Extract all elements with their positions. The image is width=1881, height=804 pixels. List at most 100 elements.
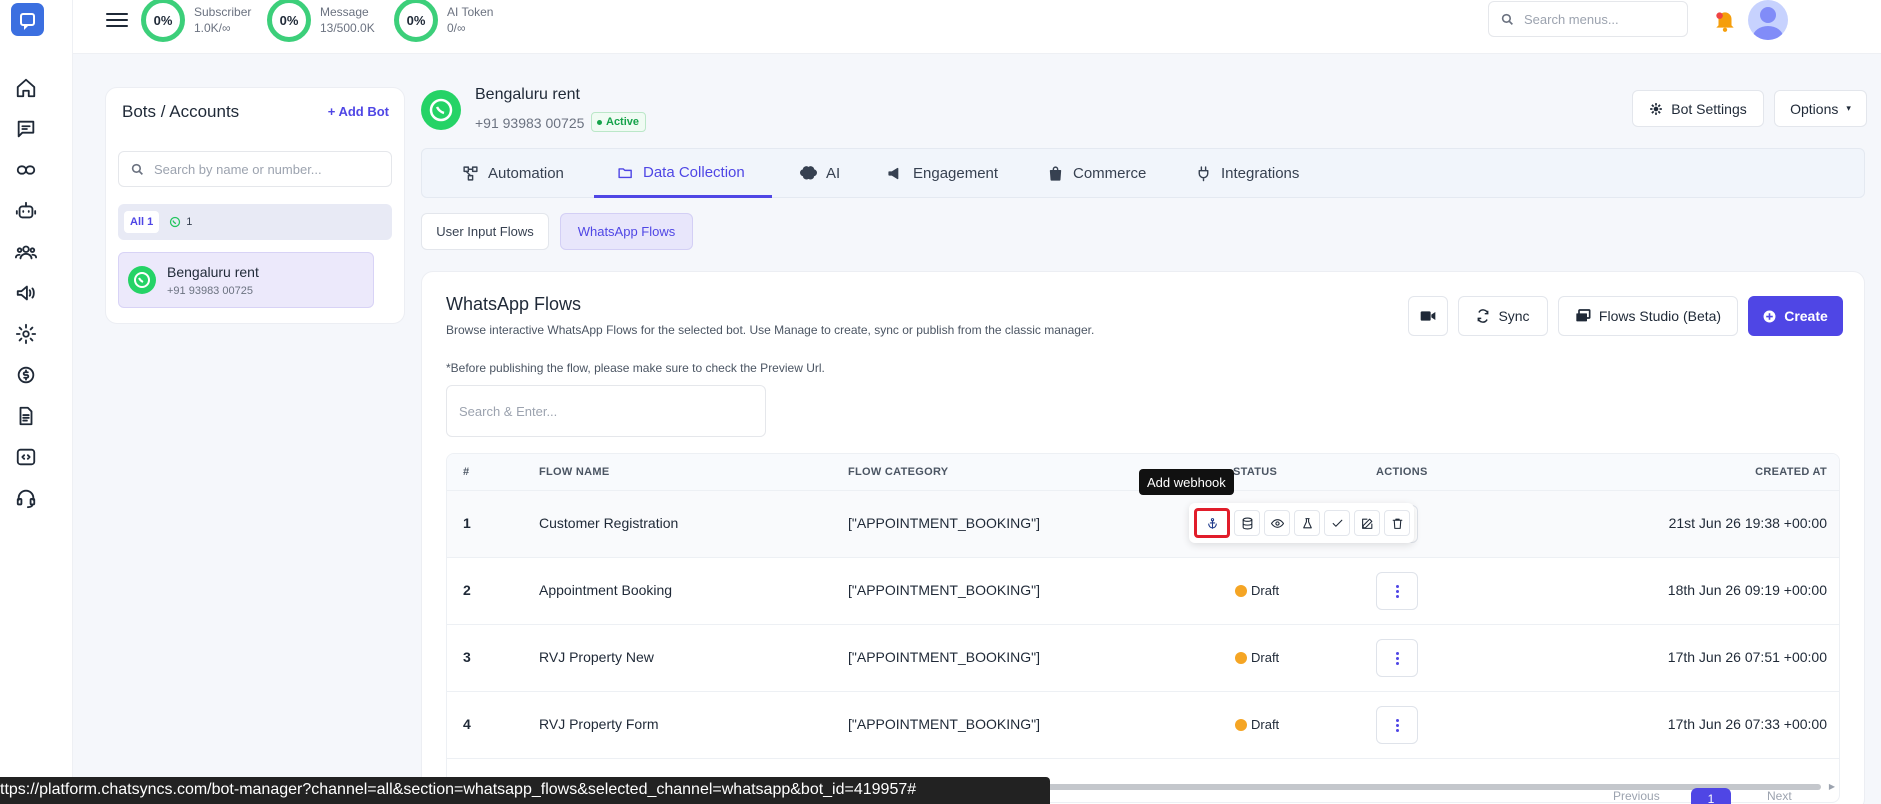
row-status-label: Draft (1251, 717, 1280, 732)
section-tabs: Automation Data Collection AI Engagement… (421, 148, 1865, 198)
delete-button[interactable] (1384, 510, 1410, 536)
add-bot-label: Add Bot (338, 104, 389, 119)
subtab-whatsapp-flows[interactable]: WhatsApp Flows (560, 213, 693, 250)
filter-all[interactable]: All 1 (124, 211, 160, 233)
row-status: Draft (1235, 717, 1279, 732)
tab-automation[interactable]: Automation (462, 149, 564, 198)
tab-integrations-label: Integrations (1221, 165, 1300, 182)
table-row[interactable]: 3 RVJ Property New ["APPOINTMENT_BOOKING… (447, 625, 1839, 692)
tab-integrations[interactable]: Integrations (1195, 149, 1299, 198)
document-icon[interactable] (0, 395, 52, 436)
flows-studio-button[interactable]: Flows Studio (Beta) (1558, 296, 1738, 336)
flow-search[interactable] (446, 385, 766, 437)
bell-icon[interactable] (1712, 7, 1738, 33)
flask-icon (1302, 517, 1312, 528)
database-button[interactable] (1234, 510, 1260, 536)
message-value: 13/500.0K (320, 21, 375, 35)
row-num: 1 (463, 515, 471, 531)
home-icon[interactable] (0, 67, 52, 108)
code-icon[interactable] (0, 436, 52, 477)
avatar[interactable] (1748, 0, 1788, 40)
table-row[interactable]: 1 Customer Registration ["APPOINTMENT_BO… (447, 469, 1839, 558)
link-icon[interactable] (0, 149, 52, 190)
whatsapp-icon (128, 266, 156, 294)
tab-ai-label: AI (826, 165, 841, 182)
publish-button[interactable] (1324, 510, 1350, 536)
bot-search-input[interactable] (154, 161, 374, 177)
bot-search[interactable] (118, 151, 392, 187)
refresh-icon (1478, 309, 1489, 323)
status-badge: Active (591, 112, 647, 132)
scroll-right-icon[interactable]: ▶ (1829, 782, 1835, 791)
sidebar (0, 0, 73, 804)
subtab-user-input-flows[interactable]: User Input Flows (421, 213, 549, 250)
video-tutorial-button[interactable] (1408, 296, 1448, 336)
card-title: WhatsApp Flows (446, 294, 582, 314)
add-webhook-button[interactable] (1194, 508, 1230, 538)
database-icon (1242, 517, 1252, 529)
th-flow-name: FLOW NAME (539, 466, 610, 478)
row-created-at: 17th Jun 26 07:33 +00:00 (1667, 716, 1827, 732)
search-menus-input[interactable] (1524, 11, 1674, 27)
row-flow-category: ["APPOINTMENT_BOOKING"] (848, 582, 1040, 598)
megaphone-icon (888, 167, 899, 180)
search-menus[interactable] (1488, 1, 1688, 37)
pagination-page[interactable]: 1 (1691, 788, 1731, 804)
row-actions-button[interactable] (1376, 706, 1418, 744)
users-icon[interactable] (0, 231, 52, 272)
row-num: 3 (463, 649, 471, 665)
add-bot-button[interactable]: + Add Bot (328, 104, 389, 119)
bot-item-number: +91 93983 00725 (167, 285, 253, 297)
trash-icon (1392, 518, 1402, 529)
tab-data-collection[interactable]: Data Collection (594, 149, 772, 198)
whatsapp-icon (421, 90, 461, 130)
message-icon[interactable] (0, 108, 52, 149)
support-icon[interactable] (0, 477, 52, 518)
bot-filter: All 1 1 (118, 204, 392, 240)
row-flow-name: Appointment Booking (539, 582, 673, 598)
edit-button[interactable] (1354, 510, 1380, 536)
menu-toggle-icon[interactable] (106, 10, 128, 30)
tab-engagement[interactable]: Engagement (887, 149, 998, 198)
filter-whatsapp[interactable]: 1 (169, 216, 192, 228)
bot-icon[interactable] (0, 190, 52, 231)
plus-icon: + (327, 104, 339, 119)
row-status-label: Draft (1251, 583, 1280, 598)
whatsapp-flows-card: WhatsApp Flows Browse interactive WhatsA… (421, 271, 1865, 804)
app-logo[interactable] (11, 3, 44, 36)
sync-button[interactable]: Sync (1458, 296, 1548, 336)
megaphone-icon[interactable] (0, 272, 52, 313)
th-status: STATUS (1233, 466, 1278, 478)
chevron-down-icon: ▾ (1846, 103, 1851, 113)
tab-ai[interactable]: AI (800, 149, 840, 198)
table-row[interactable]: 4 RVJ Property Form ["APPOINTMENT_BOOKIN… (447, 692, 1839, 759)
bot-item-name: Bengaluru rent (167, 264, 259, 280)
billing-icon[interactable] (0, 354, 52, 395)
th-created-at: CREATED AT (1755, 466, 1827, 478)
message-label: Message (320, 5, 369, 19)
bot-settings-button[interactable]: Bot Settings (1632, 90, 1764, 127)
row-flow-category: ["APPOINTMENT_BOOKING"] (848, 515, 1040, 531)
row-flow-category: ["APPOINTMENT_BOOKING"] (848, 716, 1040, 732)
pagination-previous[interactable]: Previous (1613, 789, 1660, 804)
row-actions-button[interactable] (1376, 639, 1418, 677)
create-label: Create (1784, 308, 1828, 324)
settings-icon[interactable] (0, 313, 52, 354)
tab-commerce[interactable]: Commerce (1047, 149, 1146, 198)
pagination-next[interactable]: Next (1767, 789, 1792, 804)
table-row[interactable]: 2 Appointment Booking ["APPOINTMENT_BOOK… (447, 558, 1839, 625)
bot-list-item[interactable]: Bengaluru rent +91 93983 00725 (118, 252, 374, 308)
draft-status-dot (1235, 718, 1247, 731)
check-icon (1332, 519, 1342, 527)
th-num: # (463, 466, 470, 478)
flow-search-input[interactable] (459, 403, 749, 419)
create-button[interactable]: Create (1748, 296, 1843, 336)
preview-button[interactable] (1264, 510, 1290, 536)
th-actions: ACTIONS (1376, 466, 1428, 478)
subscriber-ring: 0% (141, 0, 185, 42)
row-actions-button[interactable] (1376, 572, 1418, 610)
ai-token-value: 0/∞ (447, 21, 466, 35)
brain-icon (800, 166, 817, 180)
options-button[interactable]: Options ▾ (1774, 90, 1867, 127)
test-button[interactable] (1294, 510, 1320, 536)
